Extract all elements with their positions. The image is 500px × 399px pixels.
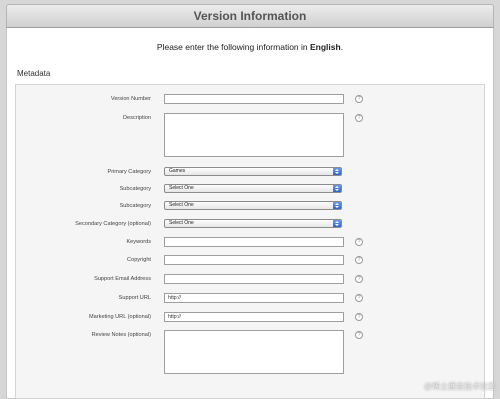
subcategory-1-select[interactable]: Select One	[164, 184, 342, 193]
section-title: Metadata	[17, 69, 51, 78]
support-url-field[interactable]: http://	[164, 293, 344, 303]
help-icon[interactable]: ?	[355, 238, 363, 246]
marketing-url-field[interactable]: http://	[164, 312, 344, 322]
support-url-label: Support URL	[118, 295, 151, 301]
description-field[interactable]	[164, 113, 344, 157]
version-number-label: Version Number	[110, 96, 151, 102]
intro-language: English	[310, 42, 341, 52]
intro-text: Please enter the following information i…	[156, 42, 344, 52]
review-notes-label: Review Notes (optional)	[91, 332, 151, 338]
chevron-updown-icon	[333, 220, 341, 227]
help-icon[interactable]: ?	[355, 331, 363, 339]
secondary-category-label: Secondary Category (optional)	[75, 221, 151, 227]
help-icon[interactable]: ?	[355, 114, 363, 122]
copyright-label: Copyright	[127, 257, 151, 263]
subcategory-1-label: Subcategory	[119, 186, 151, 192]
review-notes-field[interactable]	[164, 330, 344, 374]
help-icon[interactable]: ?	[355, 313, 363, 321]
primary-category-label: Primary Category	[107, 169, 151, 175]
chevron-updown-icon	[333, 202, 341, 209]
help-icon[interactable]: ?	[355, 95, 363, 103]
version-info-panel: Please enter the following information i…	[6, 28, 494, 399]
watermark: @稀土掘金技术社区	[423, 382, 496, 391]
subcategory-2-label: Subcategory	[119, 203, 151, 209]
window-title: Version Information	[6, 4, 494, 28]
description-label: Description	[123, 115, 151, 121]
marketing-url-label: Marketing URL (optional)	[89, 314, 151, 320]
support-email-label: Support Email Address	[94, 276, 151, 282]
keywords-label: Keywords	[126, 239, 151, 245]
chevron-updown-icon	[333, 168, 341, 175]
subcategory-2-select[interactable]: Select One	[164, 201, 342, 210]
help-icon[interactable]: ?	[355, 256, 363, 264]
version-number-field[interactable]	[164, 94, 344, 104]
primary-category-select[interactable]: Games	[164, 167, 342, 176]
help-icon[interactable]: ?	[355, 294, 363, 302]
help-icon[interactable]: ?	[355, 275, 363, 283]
metadata-form: Version Number ? Description ? Primary C…	[15, 84, 485, 399]
copyright-field[interactable]	[164, 255, 344, 265]
keywords-field[interactable]	[164, 237, 344, 247]
support-email-field[interactable]	[164, 274, 344, 284]
chevron-updown-icon	[333, 185, 341, 192]
secondary-category-select[interactable]: Select One	[164, 219, 342, 228]
